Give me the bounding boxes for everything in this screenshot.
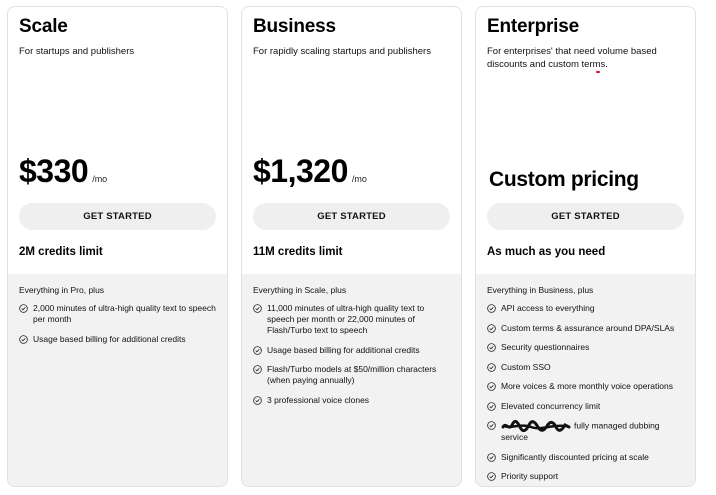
feature-text: Custom SSO xyxy=(501,361,551,372)
feature-text: 11,000 minutes of ultra-high quality tex… xyxy=(267,303,425,335)
feature-text: 2,000 minutes of ultra-high quality text… xyxy=(33,303,216,324)
feature-text: fully managed dubbing service xyxy=(501,420,684,443)
feature-item: More voices & more monthly voice operati… xyxy=(487,381,684,392)
feature-text: API access to everything xyxy=(501,303,595,313)
feature-item: Priority support xyxy=(487,471,684,482)
price-amount: $330 xyxy=(19,153,89,189)
check-circle-icon xyxy=(253,345,262,355)
feature-item: Security questionnaires xyxy=(487,342,684,353)
credits-limit: 11M credits limit xyxy=(253,246,343,258)
feature-item: Flash/Turbo models at $50/million charac… xyxy=(253,364,450,386)
description-text: For enterprises' that need xyxy=(487,46,598,57)
feature-list: 2,000 minutes of ultra-high quality text… xyxy=(19,303,216,345)
plan-title: Enterprise xyxy=(487,16,579,37)
get-started-button[interactable]: GET STARTED xyxy=(19,203,216,230)
check-circle-icon xyxy=(487,401,496,411)
check-circle-icon xyxy=(487,452,496,462)
check-circle-icon xyxy=(253,304,262,313)
redaction-scribble xyxy=(501,420,571,432)
check-circle-icon xyxy=(19,334,28,344)
feature-item: Elevated concurrency limit xyxy=(487,401,684,412)
check-circle-icon xyxy=(487,472,496,481)
plan-card-scale: Scale For startups and publishers $330 /… xyxy=(7,6,228,487)
check-circle-icon xyxy=(487,343,496,352)
features-intro: Everything in Scale, plus xyxy=(253,285,347,295)
features-section: Everything in Pro, plus 2,000 minutes of… xyxy=(8,274,227,486)
feature-item: 2,000 minutes of ultra-high quality text… xyxy=(19,303,216,325)
check-circle-icon xyxy=(253,395,262,405)
feature-item: 3 professional voice clones xyxy=(253,395,450,406)
check-circle-icon xyxy=(19,304,28,313)
plan-title: Business xyxy=(253,16,336,37)
feature-text: More voices & more monthly voice operati… xyxy=(501,381,673,391)
plan-description: For rapidly scaling startups and publish… xyxy=(253,46,431,57)
check-circle-icon xyxy=(253,365,262,374)
custom-pricing-label: Custom pricing xyxy=(489,168,639,191)
feature-item: fully managed dubbing service xyxy=(487,420,684,443)
feature-text: Elevated concurrency limit xyxy=(501,400,601,411)
description-text: and custom terms. xyxy=(527,59,608,70)
feature-item: API access to everything xyxy=(487,303,684,314)
feature-text: Priority support xyxy=(501,471,559,481)
features-section: Everything in Scale, plus 11,000 minutes… xyxy=(242,274,461,486)
feature-text: Usage based billing for additional credi… xyxy=(33,333,186,344)
plan-price: $330 /mo xyxy=(19,153,107,190)
feature-list: API access to everything Custom terms & … xyxy=(487,303,684,482)
price-unit: /mo xyxy=(351,174,367,184)
feature-item: 11,000 minutes of ultra-high quality tex… xyxy=(253,303,450,336)
plan-card-business: Business For rapidly scaling startups an… xyxy=(241,6,462,487)
check-circle-icon xyxy=(487,382,496,391)
price-amount: $1,320 xyxy=(253,153,348,189)
check-circle-icon xyxy=(487,362,496,372)
feature-text: Flash/Turbo models at $50/million charac… xyxy=(267,364,437,385)
plan-card-enterprise: Enterprise For enterprises' that need vo… xyxy=(475,6,696,487)
check-circle-icon xyxy=(487,323,496,333)
feature-text: Significantly discounted pricing at scal… xyxy=(501,451,649,462)
features-intro: Everything in Pro, plus xyxy=(19,285,105,295)
feature-item: Usage based billing for additional credi… xyxy=(19,334,216,345)
check-circle-icon xyxy=(487,421,496,430)
features-intro: Everything in Business, plus xyxy=(487,285,594,295)
price-unit: /mo xyxy=(92,174,108,184)
feature-item: Usage based billing for additional credi… xyxy=(253,345,450,356)
feature-text: Security questionnaires xyxy=(501,342,590,352)
plan-title: Scale xyxy=(19,16,68,37)
feature-item: Significantly discounted pricing at scal… xyxy=(487,452,684,463)
check-circle-icon xyxy=(487,304,496,313)
get-started-button[interactable]: GET STARTED xyxy=(487,203,684,230)
feature-text: 3 professional voice clones xyxy=(267,394,370,405)
feature-text: Custom terms & assurance around DPA/SLAs xyxy=(501,322,675,333)
feature-item: Custom SSO xyxy=(487,362,684,373)
plan-description: For startups and publishers xyxy=(19,46,135,57)
feature-text: Usage based billing for additional credi… xyxy=(267,344,420,355)
credits-limit: 2M credits limit xyxy=(19,246,103,258)
plan-price: $1,320 /mo xyxy=(253,153,367,190)
get-started-button[interactable]: GET STARTED xyxy=(253,203,450,230)
credits-limit: As much as you need xyxy=(487,246,606,258)
feature-list: 11,000 minutes of ultra-high quality tex… xyxy=(253,303,450,406)
plan-description: For enterprises' that need volume based … xyxy=(487,45,687,71)
features-section: Everything in Business, plus API access … xyxy=(476,274,695,486)
feature-item: Custom terms & assurance around DPA/SLAs xyxy=(487,323,684,334)
